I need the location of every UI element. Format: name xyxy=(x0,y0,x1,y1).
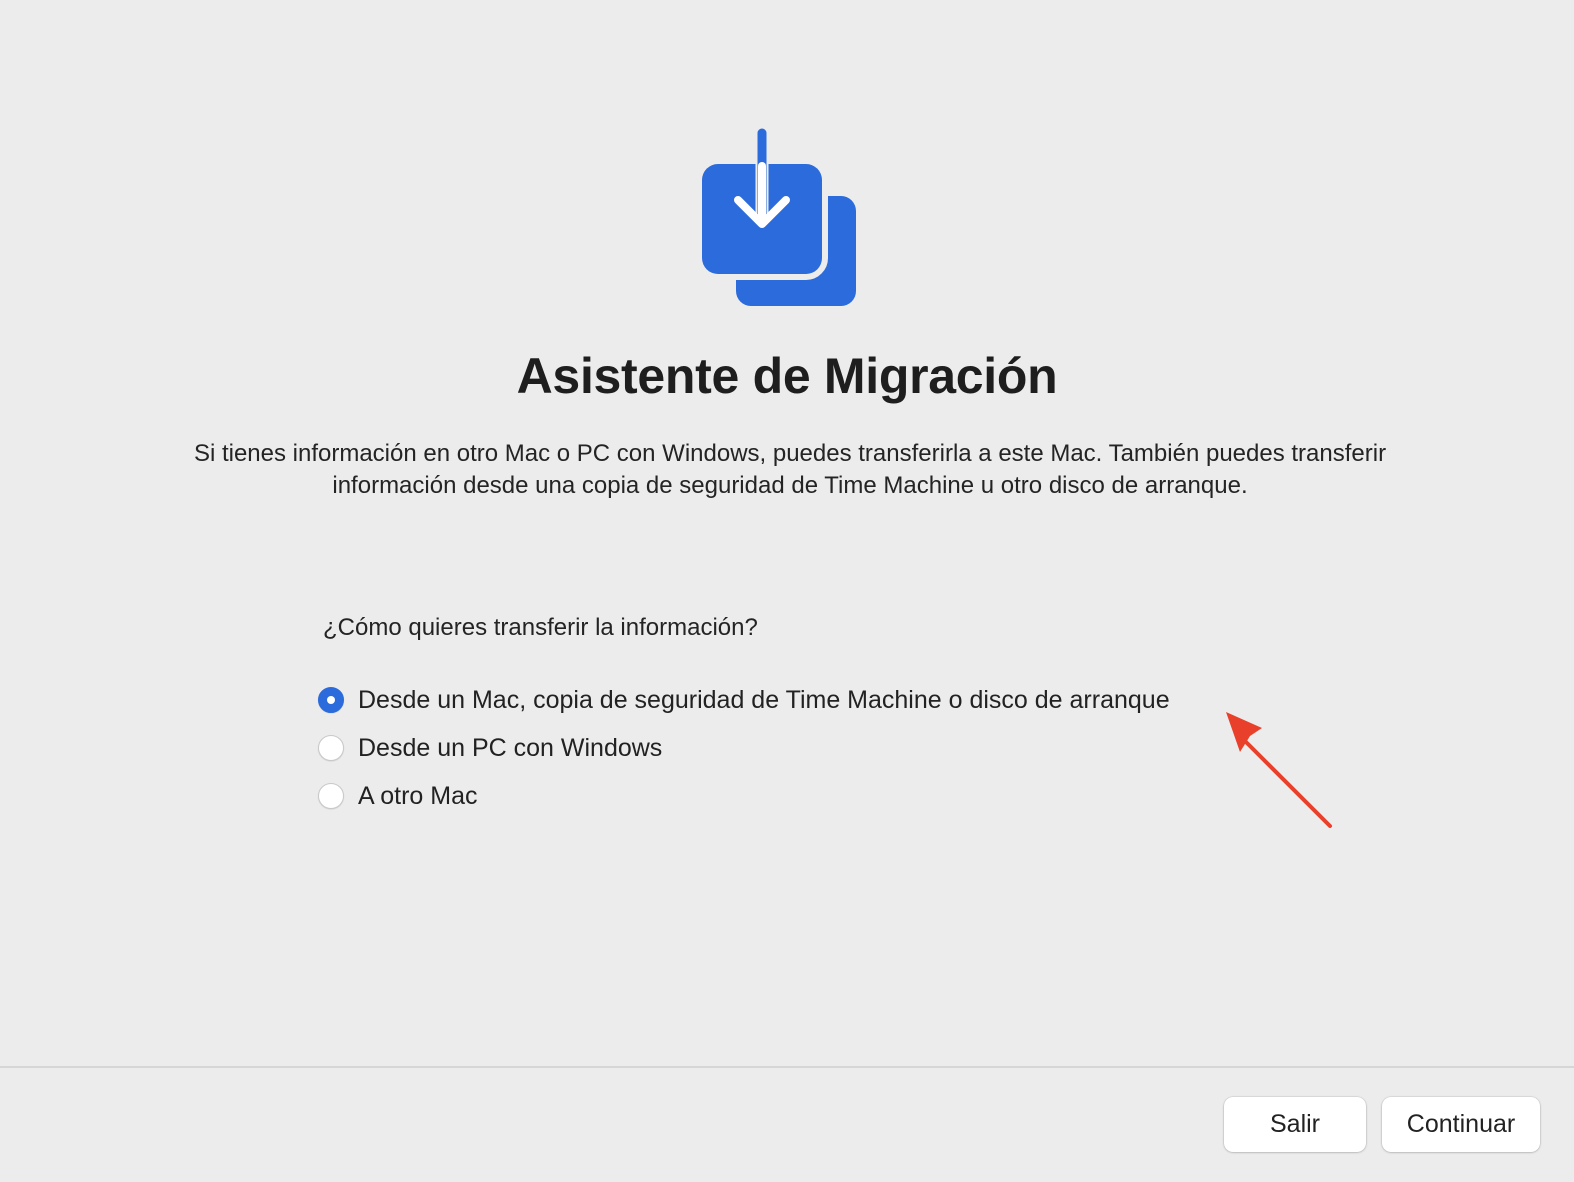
transfer-question: ¿Cómo quieres transferir la información? xyxy=(323,614,758,641)
radio-unselected-icon[interactable] xyxy=(318,783,344,809)
radio-selected-icon[interactable] xyxy=(318,687,344,713)
option-to-other-mac[interactable]: A otro Mac xyxy=(318,776,1170,816)
continue-button[interactable]: Continuar xyxy=(1382,1097,1540,1152)
option-label: Desde un PC con Windows xyxy=(358,734,663,762)
transfer-options-group: Desde un Mac, copia de seguridad de Time… xyxy=(318,680,1170,824)
option-from-windows-pc[interactable]: Desde un PC con Windows xyxy=(318,728,1170,768)
migration-assistant-icon xyxy=(700,126,856,306)
option-label: A otro Mac xyxy=(358,782,478,810)
page-title: Asistente de Migración xyxy=(516,348,1058,404)
option-label: Desde un Mac, copia de seguridad de Time… xyxy=(358,686,1170,714)
intro-description: Si tienes información en otro Mac o PC c… xyxy=(193,440,1387,499)
quit-button[interactable]: Salir xyxy=(1224,1097,1366,1152)
red-arrow-pointer-icon xyxy=(1226,712,1332,828)
option-from-mac[interactable]: Desde un Mac, copia de seguridad de Time… xyxy=(318,680,1170,720)
footer-divider xyxy=(0,1066,1574,1068)
radio-unselected-icon[interactable] xyxy=(318,735,344,761)
